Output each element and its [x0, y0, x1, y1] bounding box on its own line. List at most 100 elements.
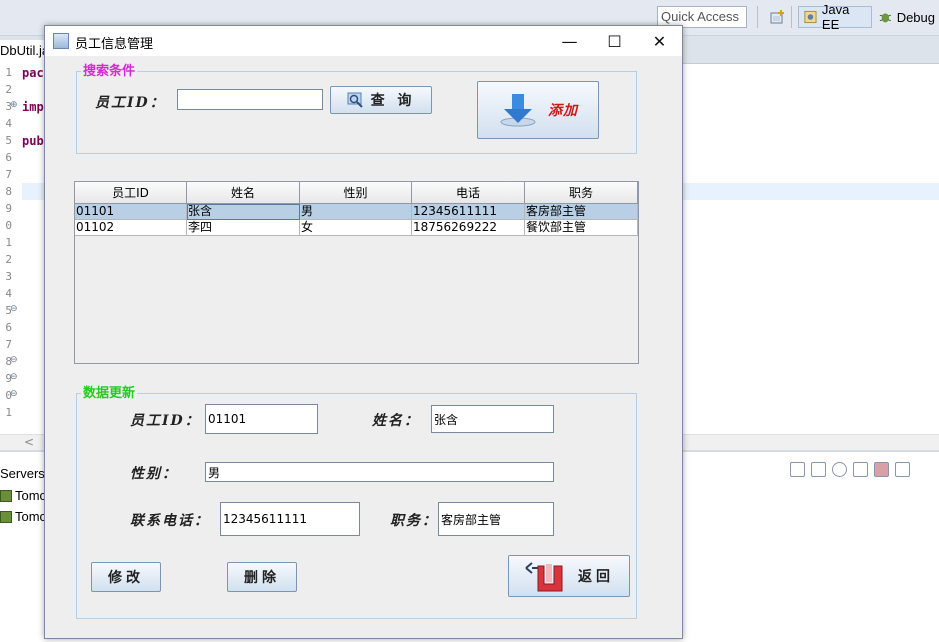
table-cell[interactable]: 女: [300, 220, 412, 236]
title-bar[interactable]: 员工信息管理 — ☐ ✕: [45, 26, 682, 56]
employee-table[interactable]: 员工ID 姓名 性别 电话 职务 01101 张含 男 12345611111 …: [74, 181, 639, 364]
exit-door-icon: [525, 562, 563, 592]
toolbar-separator: [791, 6, 792, 28]
minimize-button[interactable]: —: [547, 26, 592, 56]
line-number: 1: [5, 236, 12, 249]
table-cell[interactable]: 男: [300, 204, 412, 220]
fold-collapse-icon[interactable]: ⊖: [10, 355, 18, 365]
column-header[interactable]: 员工ID: [75, 182, 187, 204]
delete-button-label: 删除: [244, 570, 280, 586]
code-line[interactable]: pac: [22, 66, 44, 80]
line-number: 4: [5, 117, 12, 130]
line-number: 2: [5, 253, 12, 266]
column-header[interactable]: 电话: [412, 182, 525, 204]
server-label: Tomc: [15, 488, 47, 503]
gender-label: 性别：: [130, 466, 178, 482]
line-number: 8: [5, 185, 12, 198]
search-icon: [347, 92, 363, 108]
toolbar-separator: [757, 6, 758, 28]
fold-expand-icon[interactable]: ⊕: [10, 100, 18, 110]
update-group-legend: 数据更新: [81, 386, 138, 401]
line-number: 4: [5, 287, 12, 300]
query-button-label: 查 询: [370, 93, 416, 109]
line-number: 2: [5, 83, 12, 96]
phone-label: 联系电话：: [130, 513, 210, 529]
close-button[interactable]: ✕: [637, 26, 682, 56]
perspective-label: Debug: [896, 9, 935, 25]
search-employee-id-input[interactable]: [177, 89, 323, 110]
back-button[interactable]: 返回: [508, 555, 630, 597]
line-number: 7: [5, 338, 12, 351]
search-group-legend: 搜索条件: [81, 64, 138, 79]
server-item[interactable]: Tomc: [0, 509, 46, 524]
code-line[interactable]: pub: [22, 134, 44, 148]
stop-server-icon[interactable]: [874, 462, 889, 477]
line-number: 5: [5, 134, 12, 147]
code-line[interactable]: imp: [22, 100, 44, 114]
perspective-java-ee[interactable]: Java EE: [798, 2, 872, 32]
phone-field[interactable]: 12345611111: [220, 502, 360, 536]
line-number: 9: [5, 202, 12, 215]
query-button[interactable]: 查 询: [330, 86, 432, 114]
server-item[interactable]: Tomc: [0, 488, 46, 503]
java-ee-icon: [804, 10, 817, 24]
employee-id-label: 员工ID：: [130, 413, 201, 429]
servers-tab[interactable]: Servers: [0, 466, 45, 481]
add-button[interactable]: 添加: [477, 81, 599, 139]
open-perspective-icon[interactable]: [770, 9, 786, 25]
publish-icon[interactable]: [895, 462, 910, 477]
maximize-button[interactable]: ☐: [592, 26, 637, 56]
employee-management-window: 员工信息管理 — ☐ ✕ 搜索条件 员工ID： 查 询 添加 员工ID 姓名 性…: [44, 25, 683, 639]
line-number: 1: [5, 66, 12, 79]
modify-button[interactable]: 修改: [91, 562, 161, 592]
window-title: 员工信息管理: [75, 37, 154, 52]
fold-collapse-icon[interactable]: ⊖: [10, 304, 18, 314]
server-icon: [0, 510, 12, 523]
column-header[interactable]: 姓名: [187, 182, 300, 204]
table-cell[interactable]: 12345611111: [412, 204, 525, 220]
line-number: 7: [5, 168, 12, 181]
download-arrow-icon: [500, 94, 536, 127]
table-row[interactable]: 01101 张含 男 12345611111 客房部主管: [75, 204, 638, 220]
line-number: 3: [5, 270, 12, 283]
position-label: 职务：: [390, 513, 438, 529]
servers-view-toolbar: [790, 462, 910, 477]
profile-server-icon[interactable]: [853, 462, 868, 477]
line-number: 6: [5, 321, 12, 334]
table-cell[interactable]: 01102: [75, 220, 187, 236]
start-server-icon[interactable]: [832, 462, 847, 477]
gender-field[interactable]: 男: [205, 462, 554, 482]
back-button-label: 返回: [578, 569, 614, 585]
editor-tab[interactable]: DbUtil.ja: [0, 40, 50, 64]
perspective-debug[interactable]: Debug: [874, 6, 939, 28]
modify-button-label: 修改: [108, 570, 144, 586]
position-field[interactable]: 客房部主管: [438, 502, 554, 536]
table-cell[interactable]: 李四: [187, 220, 300, 236]
line-number: 0: [5, 219, 12, 232]
table-cell[interactable]: 18756269222: [412, 220, 525, 236]
server-label: Tomc: [15, 509, 47, 524]
bug-icon: [879, 13, 891, 23]
table-header: 员工ID 姓名 性别 电话 职务: [75, 182, 638, 204]
table-cell[interactable]: 客房部主管: [525, 204, 638, 220]
delete-button[interactable]: 删除: [227, 562, 297, 592]
perspective-label: Java EE: [821, 2, 850, 32]
employee-id-field[interactable]: 01101: [205, 404, 318, 434]
table-cell[interactable]: 张含: [187, 204, 300, 220]
fold-collapse-icon[interactable]: ⊖: [10, 389, 18, 399]
line-number: 6: [5, 151, 12, 164]
editor-gutter: 1 2 3 4 5 6 7 8 9 0 1 2 3 4 5 6 7 8 9 0 …: [0, 64, 22, 434]
column-header[interactable]: 性别: [300, 182, 412, 204]
name-field[interactable]: 张含: [431, 405, 554, 433]
server-icon: [0, 489, 12, 502]
table-row[interactable]: 01102 李四 女 18756269222 餐饮部主管: [75, 220, 638, 236]
table-cell[interactable]: 01101: [75, 204, 187, 220]
fold-collapse-icon[interactable]: ⊖: [10, 372, 18, 382]
debug-server-icon[interactable]: [811, 462, 826, 477]
table-cell[interactable]: 餐饮部主管: [525, 220, 638, 236]
line-number: 1: [5, 406, 12, 419]
collapse-icon[interactable]: [790, 462, 805, 477]
column-header[interactable]: 职务: [525, 182, 638, 204]
scroll-left-icon[interactable]: <: [24, 435, 34, 449]
search-employee-id-label: 员工ID：: [95, 95, 166, 111]
